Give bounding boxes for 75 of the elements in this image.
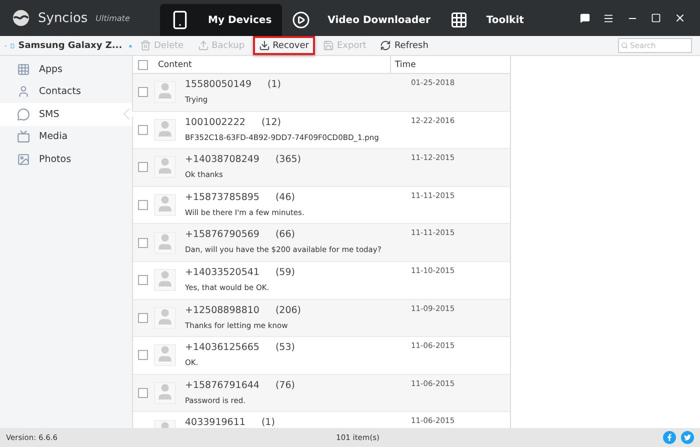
message-count: (1): [261, 417, 275, 428]
phone-number: +15876791644: [185, 380, 260, 391]
app-edition: Ultimate: [96, 14, 130, 22]
message-count: (365): [275, 154, 301, 166]
message-count: (206): [275, 304, 301, 316]
message-count: (46): [275, 192, 295, 203]
menu-icon[interactable]: [603, 12, 614, 24]
avatar-icon: [154, 156, 176, 178]
twitter-icon[interactable]: [680, 431, 694, 444]
message-count: (1): [268, 79, 281, 90]
row-checkbox[interactable]: [138, 312, 148, 323]
sidebar-item[interactable]: Media: [0, 126, 132, 148]
sidebar-item[interactable]: Photos: [0, 148, 132, 170]
column-header: Content: [157, 60, 193, 70]
toolbar-button[interactable]: Refresh: [374, 36, 434, 55]
feedback-icon[interactable]: [580, 13, 590, 23]
message-count: (12): [261, 116, 281, 128]
message-count: (59): [275, 266, 295, 278]
phone-number: 1001002222: [185, 116, 246, 128]
photo-icon: [17, 152, 30, 166]
row-checkbox[interactable]: [138, 350, 148, 360]
phone-number: 4033919611: [185, 417, 246, 428]
sidebar-item[interactable]: Contacts: [0, 80, 132, 103]
row-checkbox[interactable]: [138, 238, 148, 248]
grid-icon: [17, 62, 30, 76]
nav-tab[interactable]: Video Downloader: [282, 4, 440, 36]
phone-number: +12508898810: [185, 304, 260, 316]
maximize-icon[interactable]: [651, 13, 661, 23]
chat-icon: [17, 108, 30, 121]
device-selector[interactable]: Samsung Galaxy Z...: [0, 36, 132, 55]
phone-number: +15876790569: [185, 229, 260, 240]
eject-icon[interactable]: [129, 42, 132, 48]
avatar-icon: [154, 232, 176, 254]
avatar-icon: [154, 306, 176, 329]
search-icon: [621, 42, 628, 49]
logo-icon: [12, 9, 30, 27]
avatar-icon: [154, 269, 176, 292]
avatar-icon: [154, 194, 176, 216]
nav-tab[interactable]: My Devices: [160, 4, 282, 36]
download-icon: [258, 40, 270, 51]
row-checkbox[interactable]: [138, 275, 148, 286]
avatar-icon: [154, 118, 176, 141]
facebook-icon[interactable]: [662, 431, 676, 444]
row-checkbox[interactable]: [138, 87, 148, 98]
phone-number: +15873785895: [185, 192, 260, 203]
upload-icon: [198, 40, 209, 51]
column-header: Time: [390, 56, 416, 73]
trash-icon: [140, 40, 151, 51]
save-icon: [322, 40, 334, 51]
grid-icon: [450, 11, 468, 29]
play-icon: [292, 11, 310, 29]
toolbar-button[interactable]: Recover: [252, 36, 315, 55]
nav-tab[interactable]: Toolkit: [440, 4, 534, 36]
close-icon[interactable]: [674, 12, 686, 24]
sidebar-item[interactable]: SMS: [0, 103, 132, 126]
phone-number: +14038708249: [185, 154, 260, 166]
phone-number: +14033520541: [185, 266, 260, 278]
row-checkbox[interactable]: [138, 200, 148, 210]
message-count: (66): [275, 229, 295, 240]
phone-number: +14036125665: [185, 342, 260, 354]
message-count: (76): [275, 380, 295, 391]
row-checkbox[interactable]: [138, 388, 148, 398]
select-all-checkbox[interactable]: [138, 60, 148, 70]
row-checkbox[interactable]: [138, 162, 148, 172]
person-icon: [17, 85, 30, 98]
sidebar-item[interactable]: Apps: [0, 58, 132, 80]
avatar-icon: [154, 382, 176, 404]
tv-icon: [17, 130, 30, 144]
avatar-icon: [154, 81, 176, 104]
avatar-icon: [154, 344, 176, 366]
phone-number: 15580050149: [185, 79, 252, 90]
app-name: Syncios: [38, 10, 88, 26]
row-checkbox[interactable]: [138, 124, 148, 135]
message-count: (53): [275, 342, 295, 354]
refresh-icon: [380, 40, 392, 51]
